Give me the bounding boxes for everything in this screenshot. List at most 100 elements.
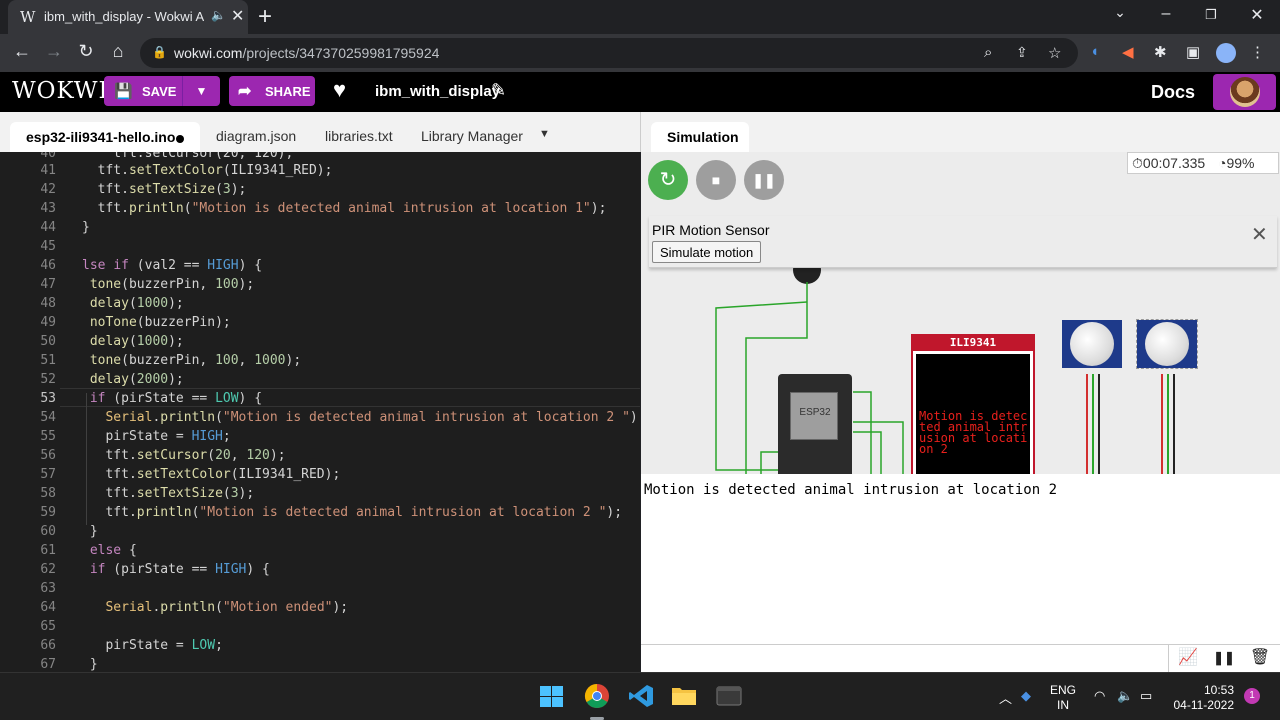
code-line: noTone(buzzerPin); (89, 315, 231, 330)
ili9341-display[interactable]: ILI9341 Motion is detected animal intrus… (911, 334, 1035, 474)
trash-icon[interactable]: 🗑 (1245, 647, 1275, 671)
simulation-canvas[interactable]: ↻ ■ ❚❚ ⏱00:07.335 ◔99% ESP32 ILI9341 Mot… (641, 152, 1280, 474)
heart-icon[interactable]: ♥ (333, 77, 346, 103)
tab-label: esp32-ili9341-hello.ino (26, 129, 176, 145)
chevron-down-icon[interactable]: ⌄ (1108, 4, 1132, 21)
code-line: delay(2000); (89, 372, 184, 387)
extensions-puzzle-icon[interactable]: ✱ (1154, 43, 1167, 61)
save-dropdown-button[interactable]: ▼ (182, 76, 220, 106)
code-line: } (82, 524, 98, 539)
pause-serial-icon[interactable]: ❚❚ (1209, 650, 1239, 674)
code-line: lse if (val2 == HIGH) { (82, 258, 263, 273)
save-label: SAVE (142, 84, 177, 99)
close-popup-icon[interactable]: ✕ (1251, 222, 1268, 247)
extension-audio-icon[interactable]: ◖ (1090, 43, 1099, 60)
esp32-board[interactable]: ESP32 (778, 374, 852, 474)
url-path: /projects/347370259981795924 (242, 45, 440, 61)
serial-input[interactable] (641, 645, 1169, 672)
tabs-dropdown-icon[interactable]: ▼ (539, 128, 550, 140)
browser-tabbar: W ibm_with_display - Wokwi Ar 🔈 ✕ + ⌄ – … (0, 0, 1280, 34)
code-line: tft.setTextSize(3); (82, 486, 255, 501)
windows-start-icon[interactable] (539, 685, 565, 711)
code-line: tft.setTextColor(ILI9341_RED); (82, 163, 333, 178)
tray-chevron-up-icon[interactable]: ︿ (999, 688, 1012, 707)
share-page-icon[interactable]: ⇪ (1016, 44, 1028, 61)
pir-popup: PIR Motion Sensor Simulate motion ✕ (649, 216, 1277, 268)
code-line: Serial.println("Motion is detected anima… (105, 410, 640, 425)
vscode-icon[interactable] (628, 683, 654, 709)
tab-main-ino[interactable]: esp32-ili9341-hello.ino (10, 122, 200, 152)
code-line: tone(buzzerPin, 100, 1000); (89, 353, 302, 368)
pir-dome (1070, 322, 1114, 366)
restore-icon[interactable]: ❐ (1199, 7, 1223, 23)
speaker-icon[interactable]: 🔈 (211, 8, 226, 22)
serial-monitor-output: Motion is detected animal intrusion at l… (641, 474, 1280, 644)
close-window-icon[interactable]: ✕ (1245, 5, 1269, 25)
volume-icon[interactable]: 🔈 (1117, 688, 1133, 704)
unsaved-dot-icon (176, 135, 184, 143)
lcd-text: Motion is detected animal intrusion at l… (916, 354, 1030, 474)
line-number: 65 (40, 619, 56, 634)
notification-badge[interactable]: 1 (1244, 688, 1260, 704)
wifi-icon[interactable]: ◠ (1094, 688, 1105, 704)
zoom-search-icon[interactable]: ⌕ (984, 44, 992, 61)
pir-sensor-1[interactable] (1062, 320, 1122, 368)
code-line: if (pirState == LOW) { (89, 391, 263, 406)
pir-dome (1145, 322, 1189, 366)
new-tab-icon[interactable]: + (258, 3, 272, 31)
battery-icon[interactable]: ▭ (1140, 688, 1152, 704)
user-avatar[interactable] (1213, 74, 1276, 110)
file-explorer-icon[interactable] (671, 683, 697, 709)
docs-link[interactable]: Docs (1151, 82, 1195, 103)
line-number: 45 (40, 239, 56, 254)
pir-sensor-2[interactable] (1136, 319, 1198, 369)
forward-icon[interactable]: → (42, 41, 66, 62)
project-name[interactable]: ibm_with_display (375, 83, 500, 100)
code-line: tft.setCursor(20, 120); (82, 448, 286, 463)
line-number: 41 (40, 163, 56, 178)
extension-arrow-icon[interactable]: ◀ (1122, 43, 1134, 61)
sidepanel-icon[interactable]: ▣ (1186, 43, 1200, 61)
code-line: if (pirState == HIGH) { (89, 562, 270, 577)
share-button[interactable]: ➦ SHARE (229, 76, 315, 106)
tab-libraries-txt[interactable]: libraries.txt (325, 128, 393, 144)
reload-icon[interactable]: ↻ (74, 41, 98, 62)
line-number: 58 (40, 486, 56, 501)
close-tab-icon[interactable]: ✕ (231, 6, 244, 26)
profile-avatar-icon[interactable] (1216, 43, 1236, 63)
line-number: 51 (40, 353, 56, 368)
browser-tab[interactable]: W ibm_with_display - Wokwi Ar 🔈 ✕ (8, 0, 248, 34)
url-domain: wokwi.com (174, 45, 243, 61)
clock[interactable]: 10:53 04-11-2022 (1170, 683, 1235, 713)
pencil-icon[interactable]: ✎ (491, 80, 506, 101)
line-number: 62 (40, 562, 56, 577)
lcd-screen: Motion is detected animal intrusion at l… (913, 351, 1033, 474)
tab-simulation[interactable]: Simulation (651, 122, 749, 152)
line-number: 48 (40, 296, 56, 311)
address-bar[interactable]: 🔒 wokwi.com/projects/347370259981795924 … (140, 38, 1078, 68)
code-line: tone(buzzerPin, 100); (89, 277, 255, 292)
back-icon[interactable]: ← (10, 41, 34, 62)
bookmark-star-icon[interactable]: ☆ (1048, 44, 1061, 62)
code-line: else { (89, 543, 137, 558)
terminal-icon[interactable] (716, 683, 742, 709)
simulate-motion-button[interactable]: Simulate motion (652, 241, 762, 263)
line-number: 46 (40, 258, 56, 273)
code-line: tft.setTextSize(3); (82, 182, 247, 197)
minimize-icon[interactable]: – (1154, 5, 1178, 23)
line-number: 42 (40, 182, 56, 197)
tray-app-icon[interactable]: ◆ (1021, 688, 1031, 704)
chrome-icon[interactable] (584, 683, 610, 709)
code-line: } (82, 220, 90, 235)
menu-kebab-icon[interactable]: ⋮ (1250, 43, 1265, 61)
language-indicator[interactable]: ENG IN (1050, 683, 1076, 713)
code-line: tft.setCursor(20, 120); (82, 152, 294, 161)
home-icon[interactable]: ⌂ (106, 41, 130, 62)
tab-diagram-json[interactable]: diagram.json (216, 128, 296, 144)
plotter-chart-icon[interactable]: 📈 (1173, 647, 1203, 671)
wokwi-logo[interactable]: WOKWI (12, 78, 109, 104)
line-number: 61 (40, 543, 56, 558)
tab-library-manager[interactable]: Library Manager (421, 128, 523, 144)
code-editor[interactable]: 40 tft.setCursor(20, 120); 41 tft.setTex… (0, 152, 640, 672)
line-number: 40 (40, 152, 56, 161)
